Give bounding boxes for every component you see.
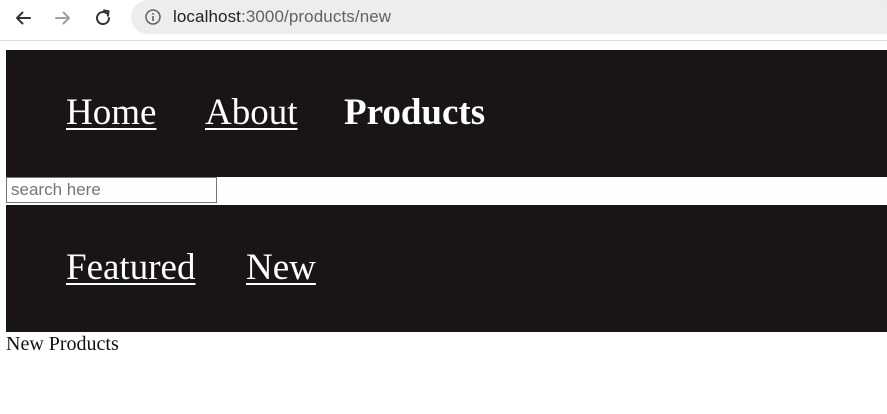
info-icon[interactable] bbox=[145, 9, 161, 25]
url-text: localhost:3000/products/new bbox=[173, 7, 391, 27]
nav-link-home[interactable]: Home bbox=[66, 94, 156, 131]
page-content-text: New Products bbox=[6, 333, 119, 355]
url-path: :3000/products/new bbox=[241, 7, 392, 26]
reload-button[interactable] bbox=[90, 5, 116, 31]
main-navigation: Home About Products bbox=[6, 50, 887, 177]
address-bar[interactable]: localhost:3000/products/new bbox=[131, 0, 887, 34]
subnav-link-featured[interactable]: Featured bbox=[66, 249, 195, 286]
reload-icon bbox=[96, 9, 111, 26]
forward-button[interactable] bbox=[50, 5, 76, 31]
back-button[interactable] bbox=[10, 5, 36, 31]
products-subnavigation: Featured New bbox=[6, 205, 887, 332]
nav-link-products-active[interactable]: Products bbox=[344, 94, 485, 131]
arrow-right-icon bbox=[55, 11, 70, 25]
browser-toolbar: localhost:3000/products/new bbox=[0, 0, 887, 41]
arrow-left-icon bbox=[16, 11, 31, 25]
url-host: localhost bbox=[173, 7, 241, 26]
subnav-link-new[interactable]: New bbox=[246, 249, 316, 286]
search-input[interactable] bbox=[6, 177, 217, 203]
nav-link-about[interactable]: About bbox=[205, 94, 298, 131]
